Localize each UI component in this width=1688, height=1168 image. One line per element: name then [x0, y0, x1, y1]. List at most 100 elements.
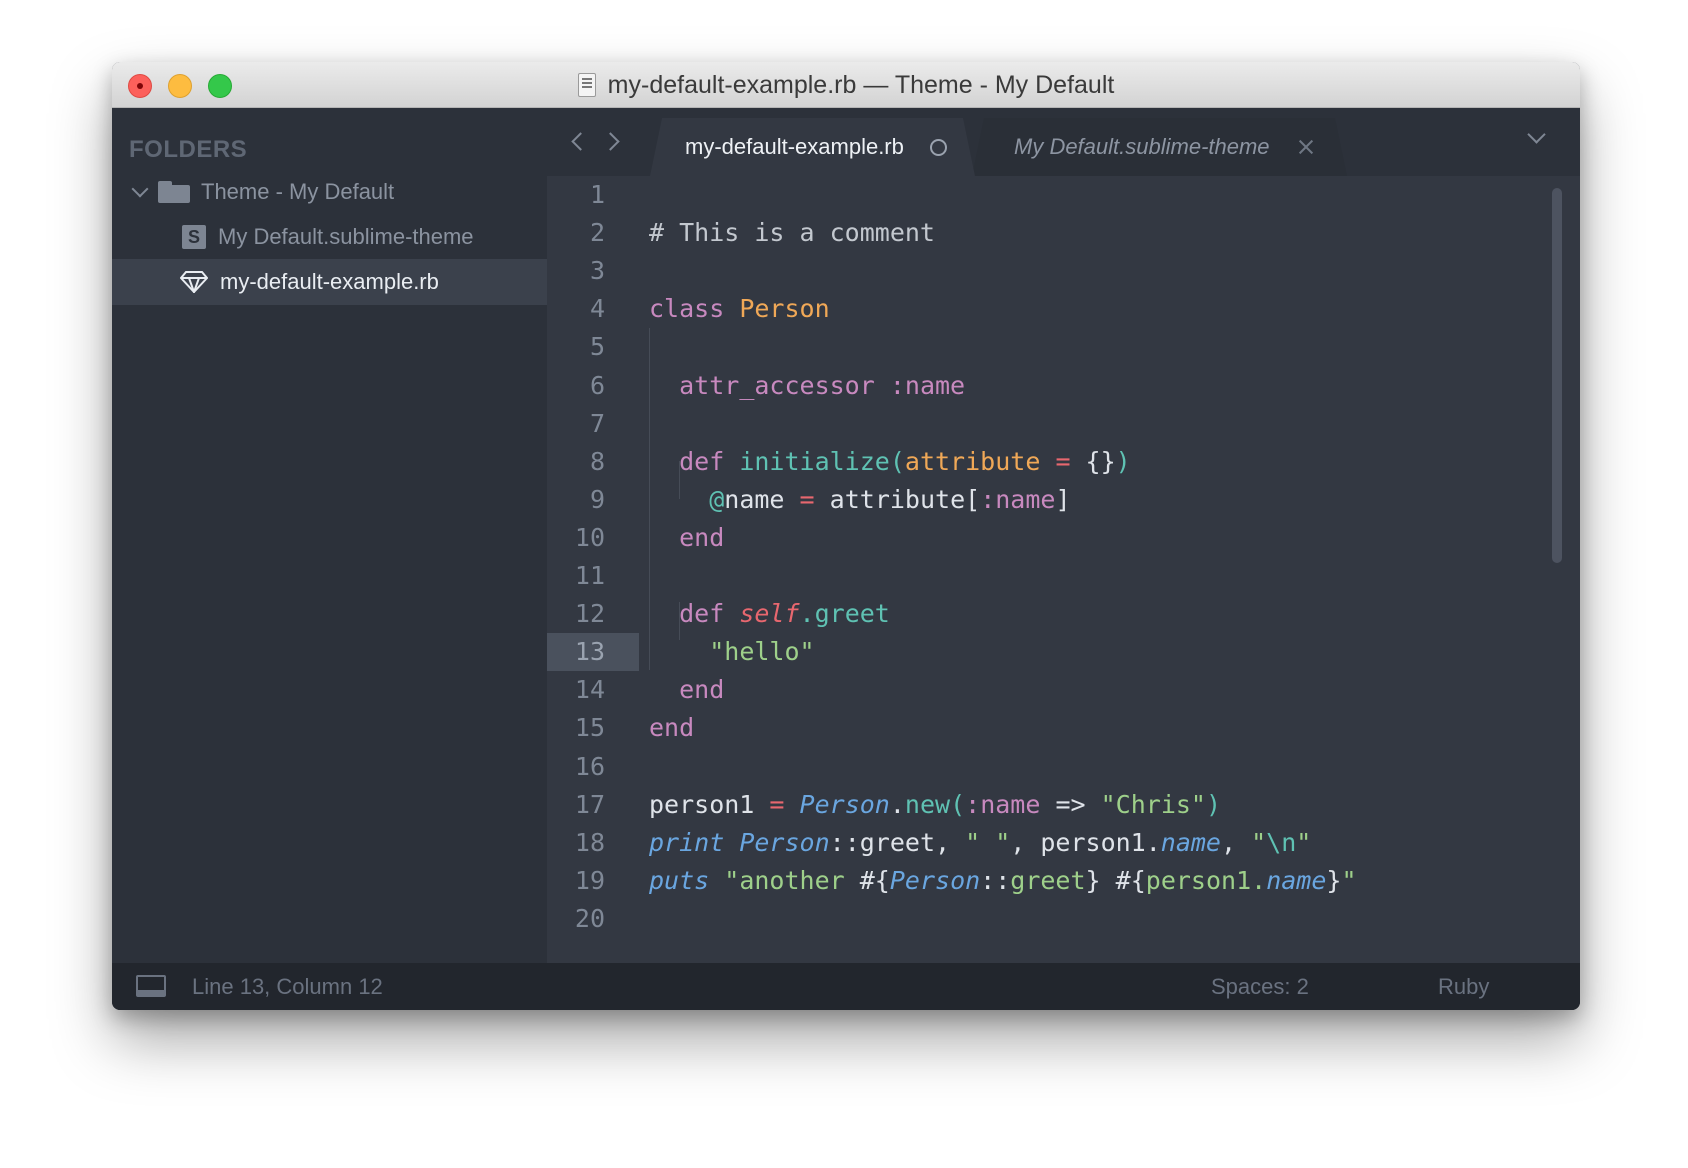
code-token: :name — [889, 370, 966, 400]
code-editor[interactable]: 1 2 3 4 5 6 7 8 9 10 11 12 13 14 15 16 17 18 19 20 # This i… — [547, 176, 1580, 963]
vertical-scrollbar[interactable] — [1552, 188, 1562, 563]
title-bar[interactable]: my-default-example.rb — Theme - My Defau… — [112, 62, 1580, 108]
tab-label: My Default.sublime-theme — [1014, 134, 1270, 159]
line-number: 13 — [547, 633, 639, 672]
code-token: initialize( — [739, 446, 905, 476]
code-token: attribute[ — [814, 484, 981, 514]
code-line[interactable]: print Person::greet, " ", person1.name, … — [649, 824, 1311, 862]
close-icon[interactable] — [1298, 139, 1314, 155]
code-token: ) — [1205, 789, 1222, 819]
code-token: ] — [1055, 484, 1071, 514]
code-line[interactable]: end — [649, 671, 724, 709]
code-line[interactable]: "hello" — [649, 633, 814, 671]
code-token: Person — [889, 865, 981, 895]
code-line[interactable]: @name = attribute[:name] — [649, 481, 1071, 519]
code-line[interactable]: def initialize(attribute = {}) — [649, 443, 1131, 481]
code-token: person1 — [649, 789, 770, 819]
line-number-gutter: 1 2 3 4 5 6 7 8 9 10 11 12 13 14 15 16 17 18 19 20 — [547, 176, 639, 963]
code-line[interactable]: end — [649, 709, 694, 747]
code-token: } — [1326, 865, 1342, 895]
code-line[interactable]: end — [649, 519, 724, 557]
code-token: , — [1221, 827, 1252, 857]
code-token: Person — [739, 827, 830, 857]
code-token: print — [649, 827, 725, 857]
code-token: ) — [1115, 446, 1131, 476]
line-number: 18 — [574, 827, 605, 857]
line-number: 3 — [589, 256, 605, 286]
sidebar-file-label: My Default.sublime-theme — [218, 224, 474, 249]
code-token: "Chris" — [1100, 789, 1206, 819]
code-token: :: — [980, 865, 1011, 895]
tab-my-default-theme[interactable]: My Default.sublime-theme — [972, 118, 1347, 176]
code-token: self — [739, 599, 800, 629]
line-number: 7 — [589, 408, 605, 438]
code-line[interactable]: class Person — [649, 290, 830, 328]
code-token: greet — [1010, 865, 1086, 895]
code-token: class — [649, 294, 725, 324]
code-token: name — [724, 484, 800, 514]
sidebar-file-ruby[interactable]: my-default-example.rb — [112, 259, 547, 305]
code-token: puts — [649, 865, 710, 895]
code-token: . — [889, 789, 905, 819]
chevron-right-icon[interactable] — [601, 132, 620, 151]
ruby-file-icon — [577, 73, 596, 97]
code-token: attr_accessor — [679, 370, 875, 400]
code-token: end — [679, 675, 725, 705]
code-token: Person — [799, 789, 890, 819]
code-token: new( — [904, 789, 966, 819]
code-token: ::greet, — [829, 827, 966, 857]
line-number: 6 — [589, 370, 605, 400]
line-number: 19 — [574, 865, 605, 895]
code-token: name — [1160, 827, 1221, 857]
chevron-left-icon[interactable] — [571, 132, 590, 151]
line-number: 20 — [574, 903, 605, 933]
code-token: } #{ — [1085, 865, 1146, 895]
code-token: = — [1055, 446, 1071, 476]
code-token: " — [1251, 827, 1267, 857]
code-token: {} — [1070, 446, 1116, 476]
chevron-down-icon[interactable] — [1527, 125, 1546, 144]
syntax-selector[interactable]: Ruby — [1438, 974, 1489, 1000]
line-number: 17 — [574, 789, 605, 819]
sidebar: FOLDERS Theme - My Default S My Default.… — [112, 108, 547, 963]
indentation-setting[interactable]: Spaces: 2 — [1211, 974, 1309, 1000]
code-line[interactable]: puts "another #{Person::greet} #{person1… — [649, 862, 1357, 900]
line-number: 12 — [574, 599, 605, 629]
tab-label: my-default-example.rb — [685, 134, 904, 159]
chevron-down-icon[interactable] — [131, 180, 149, 198]
panel-toggle-icon[interactable] — [136, 975, 166, 997]
folder-name: Theme - My Default — [201, 179, 395, 204]
code-token: person1. — [1145, 865, 1267, 895]
code-line[interactable]: # This is a comment — [649, 214, 935, 252]
code-token: :name — [980, 484, 1056, 514]
line-number: 16 — [574, 751, 605, 781]
code-line[interactable]: person1 = Person.new(:name => "Chris") — [649, 786, 1221, 824]
tab-my-default-example[interactable]: my-default-example.rb — [650, 118, 975, 176]
line-number: 2 — [589, 218, 605, 248]
code-token: "another — [724, 865, 860, 895]
code-token: def — [679, 599, 725, 629]
folder-row[interactable]: Theme - My Default — [112, 169, 547, 215]
line-number: 10 — [574, 522, 605, 552]
cursor-position[interactable]: Line 13, Column 12 — [192, 974, 383, 1000]
code-token: .greet — [799, 599, 890, 629]
line-number: 5 — [589, 332, 605, 362]
code-token: end — [679, 522, 725, 552]
code-line[interactable]: attr_accessor :name — [649, 367, 965, 405]
code-line[interactable]: def self.greet — [649, 595, 890, 633]
sublime-s-icon: S — [182, 225, 206, 249]
sidebar-file-theme[interactable]: S My Default.sublime-theme — [112, 214, 547, 260]
code-token: = — [799, 484, 815, 514]
code-token: :name — [965, 789, 1041, 819]
unsaved-dot-icon[interactable] — [930, 139, 947, 156]
code-token: #{ — [859, 865, 890, 895]
code-token: " — [1296, 827, 1312, 857]
